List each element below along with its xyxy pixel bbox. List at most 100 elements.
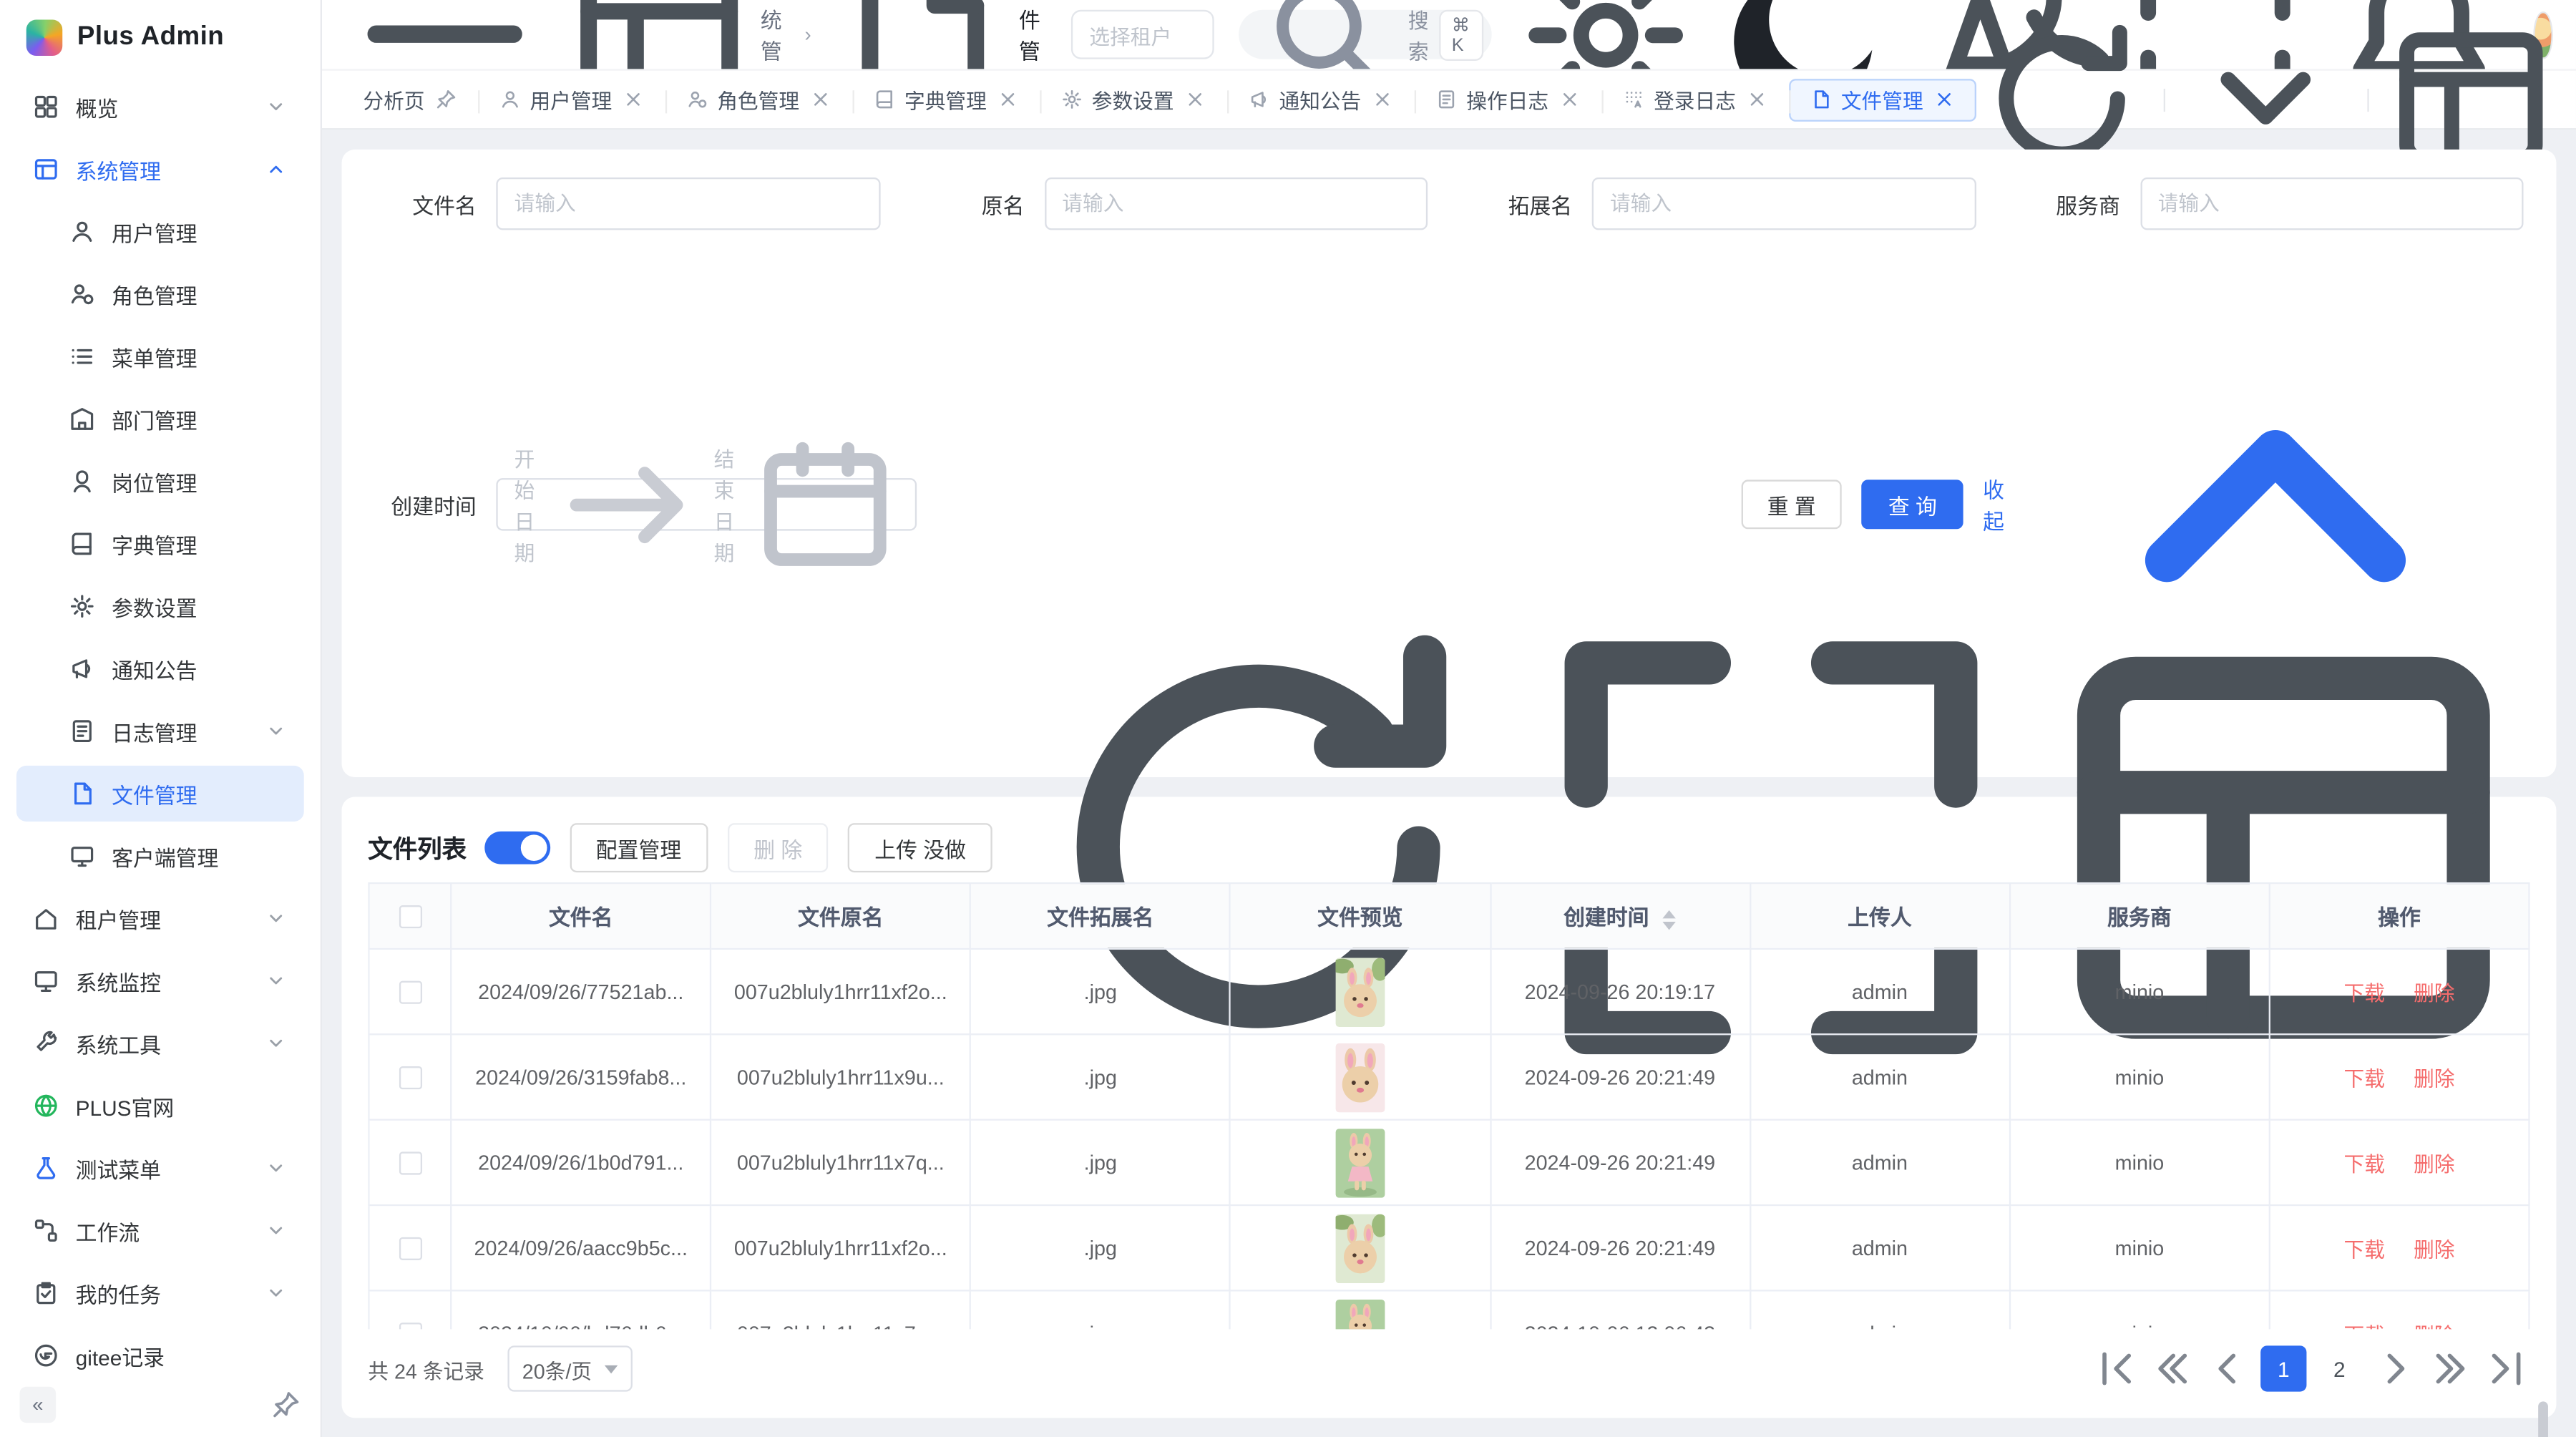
page-1-button[interactable]: 1 xyxy=(2260,1345,2306,1391)
next-page-button[interactable] xyxy=(2372,1345,2418,1391)
sidebar-item-notice[interactable]: 通知公告 xyxy=(16,640,304,696)
sidebar-item-tasks[interactable]: 我的任务 xyxy=(16,1265,304,1321)
reset-button[interactable]: 重 置 xyxy=(1741,480,1842,530)
delete-link[interactable]: 删除 xyxy=(2414,983,2454,1005)
sidebar-item-log[interactable]: 日志管理 xyxy=(16,703,304,759)
tab-oplog[interactable]: 操作日志 xyxy=(1414,78,1601,121)
sidebar-item-post[interactable]: 岗位管理 xyxy=(16,454,304,510)
tab-dict[interactable]: 字典管理 xyxy=(852,78,1040,121)
download-link[interactable]: 下载 xyxy=(2343,1068,2384,1091)
close-icon[interactable] xyxy=(997,89,1018,110)
close-icon[interactable] xyxy=(1558,89,1580,110)
file-thumbnail[interactable] xyxy=(1335,1214,1385,1282)
row-checkbox[interactable] xyxy=(399,1237,421,1260)
sidebar-item-dict[interactable]: 字典管理 xyxy=(16,516,304,572)
tab-role[interactable]: 角色管理 xyxy=(665,78,852,121)
close-icon[interactable] xyxy=(622,89,643,110)
prev-page-button[interactable] xyxy=(2205,1345,2250,1391)
date-range-picker[interactable]: 开始日期 结束日期 xyxy=(496,478,917,530)
tenant-select[interactable]: 选择租户 xyxy=(1071,10,1214,59)
upload-button[interactable]: 上传 没做 xyxy=(849,824,992,873)
sidebar-item-test[interactable]: 测试菜单 xyxy=(16,1140,304,1196)
tab-file[interactable]: 文件管理 xyxy=(1788,78,1976,121)
page-2-button[interactable]: 2 xyxy=(2316,1345,2362,1391)
file-thumbnail[interactable] xyxy=(1335,1043,1385,1111)
close-icon[interactable] xyxy=(1933,89,1954,110)
delete-button[interactable]: 删 除 xyxy=(728,824,829,873)
delete-link[interactable]: 删除 xyxy=(2414,1068,2454,1091)
table-row: 2024/09/26/77521ab... 007u2bluly1hrr11xf… xyxy=(369,949,2529,1034)
sidebar-item-file[interactable]: 文件管理 xyxy=(16,766,304,822)
last-page-button[interactable] xyxy=(2484,1345,2529,1391)
col-uploader: 上传人 xyxy=(1750,883,2009,949)
pin-sidebar-icon[interactable] xyxy=(271,1390,301,1419)
log-icon xyxy=(1435,89,1457,110)
filename-input[interactable] xyxy=(496,177,879,230)
tab-user[interactable]: 用户管理 xyxy=(477,78,665,121)
close-icon[interactable] xyxy=(1746,89,1767,110)
list-mode-toggle[interactable] xyxy=(484,832,550,864)
provider-input[interactable] xyxy=(2140,177,2523,230)
extension-input[interactable] xyxy=(1592,177,1976,230)
sidebar-item-tenant[interactable]: 租户管理 xyxy=(16,890,304,946)
download-link[interactable]: 下载 xyxy=(2343,1154,2384,1177)
role-icon xyxy=(686,89,708,110)
sidebar-item-gitee[interactable]: gitee记录 xyxy=(16,1328,304,1372)
sidebar-item-user[interactable]: 用户管理 xyxy=(16,204,304,260)
download-link[interactable]: 下载 xyxy=(2343,1239,2384,1262)
col-create-time[interactable]: 创建时间 xyxy=(1490,883,1750,949)
page-size-select[interactable]: 20条/页 xyxy=(507,1345,633,1391)
sidebar-item-menu[interactable]: 菜单管理 xyxy=(16,328,304,384)
row-checkbox[interactable] xyxy=(399,1322,421,1329)
sidebar-item-overview[interactable]: 概览 xyxy=(16,79,304,135)
originalname-input[interactable] xyxy=(1044,177,1428,230)
jump-back-button[interactable] xyxy=(2149,1345,2195,1391)
sidebar-item-workflow[interactable]: 工作流 xyxy=(16,1203,304,1259)
download-link[interactable]: 下载 xyxy=(2343,983,2384,1005)
config-management-button[interactable]: 配置管理 xyxy=(570,824,708,873)
sidebar-item-plus-site[interactable]: PLUS官网 xyxy=(16,1078,304,1134)
chevron-down-icon xyxy=(265,95,288,118)
sidebar-item-param[interactable]: 参数设置 xyxy=(16,578,304,634)
first-page-button[interactable] xyxy=(2093,1345,2139,1391)
collapse-sidebar-button[interactable]: « xyxy=(20,1387,57,1423)
sidebar-item-monitor[interactable]: 系统监控 xyxy=(16,953,304,1009)
sort-icons[interactable] xyxy=(1663,910,1676,930)
delete-link[interactable]: 删除 xyxy=(2414,1154,2454,1177)
row-checkbox[interactable] xyxy=(399,1151,421,1174)
tab-analysis[interactable]: 分析页 xyxy=(342,78,477,121)
row-checkbox[interactable] xyxy=(399,1066,421,1089)
sidebar-item-client[interactable]: 客户端管理 xyxy=(16,828,304,884)
sidebar-item-role[interactable]: 角色管理 xyxy=(16,266,304,322)
file-thumbnail[interactable] xyxy=(1335,1299,1385,1329)
select-all-checkbox[interactable] xyxy=(399,906,421,929)
file-name-cell: 2024/09/26/3159fab8... xyxy=(451,1035,711,1120)
file-origin-cell: 007u2bluly1hrr11x7q... xyxy=(711,1291,970,1330)
filter-label-originalname: 原名 xyxy=(922,188,1024,220)
delete-link[interactable]: 删除 xyxy=(2414,1325,2454,1330)
delete-link[interactable]: 删除 xyxy=(2414,1239,2454,1262)
file-thumbnail[interactable] xyxy=(1335,958,1385,1026)
sidebar-item-system[interactable]: 系统管理 xyxy=(16,141,304,197)
sidebar-item-dept[interactable]: 部门管理 xyxy=(16,391,304,447)
app-logo[interactable]: Plus Admin xyxy=(0,0,321,76)
tab-notice[interactable]: 通知公告 xyxy=(1226,78,1414,121)
filter-label-extension: 拓展名 xyxy=(1470,188,1572,220)
sidebar-item-tools[interactable]: 系统工具 xyxy=(16,1015,304,1071)
close-icon[interactable] xyxy=(1371,89,1392,110)
jump-forward-button[interactable] xyxy=(2428,1345,2474,1391)
file-thumbnail[interactable] xyxy=(1335,1128,1385,1197)
close-icon[interactable] xyxy=(809,89,831,110)
pin-icon[interactable] xyxy=(434,89,456,110)
sidebar: Plus Admin 概览系统管理用户管理角色管理菜单管理部门管理岗位管理字典管… xyxy=(0,0,322,1437)
row-checkbox[interactable] xyxy=(399,981,421,1004)
download-link[interactable]: 下载 xyxy=(2343,1325,2384,1330)
vertical-scrollbar[interactable] xyxy=(2538,1402,2548,1437)
tab-loginlog[interactable]: 登录日志 xyxy=(1601,78,1789,121)
close-icon[interactable] xyxy=(1184,89,1205,110)
overview-icon xyxy=(33,94,59,120)
tab-param[interactable]: 参数设置 xyxy=(1039,78,1226,121)
file-ext-cell: .jpg xyxy=(970,1120,1230,1205)
global-search[interactable]: 搜索 ⌘ K xyxy=(1238,10,1491,59)
query-button[interactable]: 查 询 xyxy=(1862,480,1963,530)
